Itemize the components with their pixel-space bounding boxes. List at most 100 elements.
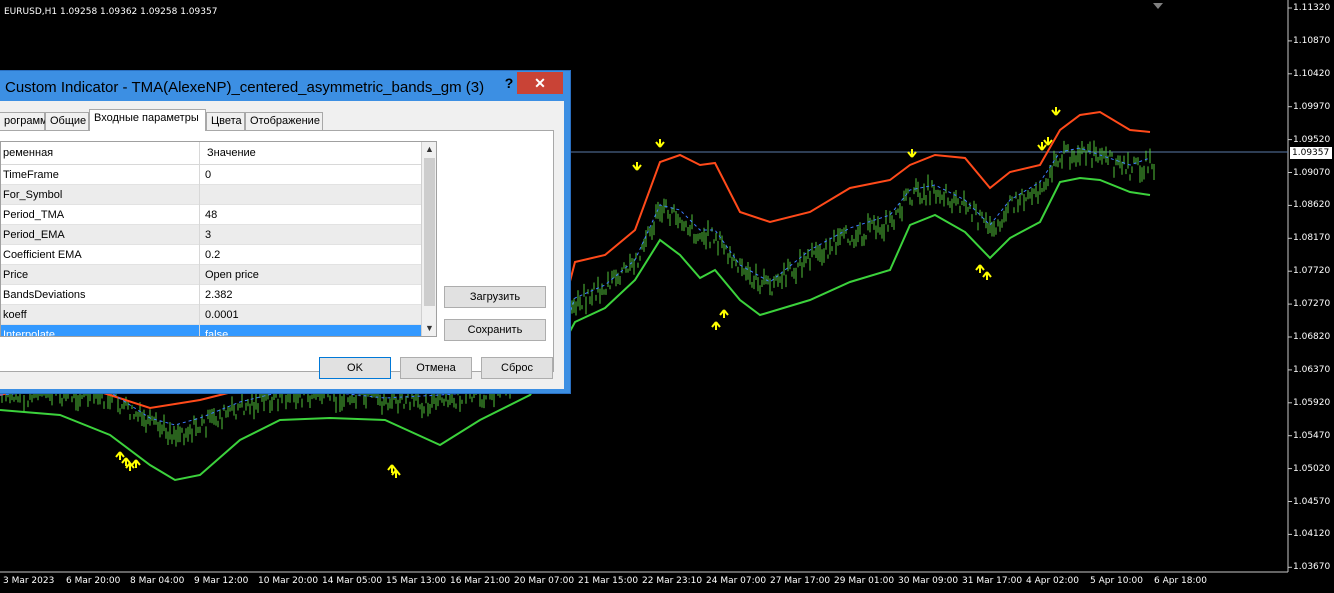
time-tick-label: 5 Apr 10:00 — [1090, 576, 1143, 586]
sell-arrow-icon — [907, 149, 917, 158]
tab-about[interactable]: рограмме — [0, 112, 54, 130]
price-tick-label: 1.05020 — [1293, 463, 1331, 474]
inputs-panel: ременная Значение TimeFrame 0 For_Symbol Pe… — [0, 130, 554, 372]
time-tick-label: 16 Mar 21:00 — [450, 576, 511, 586]
parameters-grid[interactable]: ременная Значение TimeFrame 0 For_Symbol Pe… — [0, 141, 437, 337]
parameter-name: Period_TMA — [3, 209, 65, 221]
dialog-body: рограмме Общие Входные параметры Цвета О… — [0, 101, 564, 389]
time-tick-label: 21 Mar 15:00 — [578, 576, 639, 586]
parameter-value[interactable]: Open price — [205, 269, 259, 281]
help-button[interactable]: ? — [499, 75, 519, 91]
time-tick-label: 3 Mar 2023 — [3, 576, 55, 586]
time-tick-label: 15 Mar 13:00 — [386, 576, 447, 586]
parameter-row[interactable]: Period_TMA 48 — [1, 205, 421, 225]
parameter-value[interactable]: 0 — [205, 169, 211, 181]
price-tick-label: 1.09520 — [1293, 134, 1331, 145]
parameter-name: BandsDeviations — [3, 289, 86, 301]
parameter-value[interactable]: 0.0001 — [205, 309, 239, 321]
grid-scrollbar[interactable]: ▲ ▼ — [421, 142, 436, 336]
time-tick-label: 24 Mar 07:00 — [706, 576, 767, 586]
parameter-name: Period_EMA — [3, 229, 65, 241]
time-tick-label: 9 Mar 12:00 — [194, 576, 249, 586]
time-tick-label: 27 Mar 17:00 — [770, 576, 831, 586]
scroll-up-icon[interactable]: ▲ — [422, 142, 436, 157]
tab-visualization[interactable]: Отображение — [245, 112, 323, 130]
chart-shift-marker-icon — [1153, 3, 1163, 9]
price-tick-label: 1.11320 — [1293, 3, 1331, 13]
time-tick-label: 10 Mar 20:00 — [258, 576, 319, 586]
time-tick-label: 31 Mar 17:00 — [962, 576, 1023, 586]
time-tick-label: 30 Mar 09:00 — [898, 576, 959, 586]
price-tick-label: 1.04120 — [1293, 529, 1331, 540]
close-button[interactable]: ✕ — [517, 72, 563, 94]
time-tick-label: 14 Mar 05:00 — [322, 576, 383, 586]
current-price-label: 1.09357 — [1290, 147, 1332, 159]
price-tick-label: 1.10420 — [1293, 68, 1331, 79]
time-tick-label: 4 Apr 02:00 — [1026, 576, 1079, 586]
parameter-name: Interpolate — [3, 329, 55, 337]
scroll-down-icon[interactable]: ▼ — [422, 321, 436, 336]
symbol-info: EURUSD,H1 1.09258 1.09362 1.09258 1.0935… — [4, 7, 218, 17]
parameter-name: Coefficient EMA — [3, 249, 82, 261]
parameter-value[interactable]: 2.382 — [205, 289, 233, 301]
time-tick-label: 29 Mar 01:00 — [834, 576, 895, 586]
parameter-name: Price — [3, 269, 29, 281]
price-tick-label: 1.06820 — [1293, 332, 1331, 342]
cancel-button[interactable]: Отмена — [400, 357, 472, 379]
load-button[interactable]: Загрузить — [444, 286, 546, 308]
buy-arrow-icon — [115, 451, 125, 460]
price-tick-label: 1.06370 — [1293, 364, 1331, 375]
price-tick-label: 1.10870 — [1293, 35, 1331, 46]
tab-colors[interactable]: Цвета — [206, 112, 245, 130]
parameter-row[interactable]: Coefficient EMA 0.2 — [1, 245, 421, 265]
column-separator — [199, 142, 200, 336]
tab-inputs[interactable]: Входные параметры — [89, 109, 206, 131]
ok-button[interactable]: OK — [319, 357, 391, 379]
price-tick-label: 1.03670 — [1293, 562, 1331, 573]
parameter-value[interactable]: 0.2 — [205, 249, 220, 261]
column-value-header[interactable]: Значение — [207, 147, 256, 159]
parameter-row[interactable]: For_Symbol — [1, 185, 421, 205]
time-tick-label: 6 Apr 18:00 — [1154, 576, 1207, 586]
parameter-row[interactable]: Price Open price — [1, 265, 421, 285]
grid-header: ременная Значение — [1, 142, 421, 165]
parameter-row[interactable]: Period_EMA 3 — [1, 225, 421, 245]
price-tick-label: 1.08620 — [1293, 200, 1331, 211]
buy-arrow-icon — [982, 271, 992, 280]
price-tick-label: 1.09070 — [1293, 167, 1331, 178]
parameter-value[interactable]: 48 — [205, 209, 217, 221]
tab-common[interactable]: Общие — [45, 112, 89, 130]
time-tick-label: 6 Mar 20:00 — [66, 576, 121, 586]
scroll-thumb[interactable] — [424, 158, 435, 306]
parameter-row[interactable]: BandsDeviations 2.382 — [1, 285, 421, 305]
parameter-value[interactable]: 3 — [205, 229, 211, 241]
price-tick-label: 1.05920 — [1293, 397, 1331, 408]
parameter-name: For_Symbol — [3, 189, 63, 201]
buy-arrow-icon — [711, 321, 721, 330]
parameter-value[interactable]: false — [205, 329, 228, 336]
price-tick-label: 1.07270 — [1293, 299, 1331, 310]
custom-indicator-dialog[interactable]: Custom Indicator - TMA(AlexeNP)_centered… — [0, 70, 571, 394]
time-tick-label: 20 Mar 07:00 — [514, 576, 575, 586]
dialog-title: Custom Indicator - TMA(AlexeNP)_centered… — [5, 79, 485, 96]
buy-arrow-icon — [975, 264, 985, 273]
time-tick-label: 8 Mar 04:00 — [130, 576, 185, 586]
sell-arrow-icon — [1043, 137, 1053, 146]
price-tick-label: 1.05470 — [1293, 430, 1331, 441]
save-button[interactable]: Сохранить — [444, 319, 546, 341]
price-tick-label: 1.09970 — [1293, 101, 1331, 112]
sell-arrow-icon — [1051, 107, 1061, 116]
parameter-name: TimeFrame — [3, 169, 59, 181]
reset-button[interactable]: Сброс — [481, 357, 553, 379]
column-name-header[interactable]: ременная — [3, 147, 53, 159]
parameter-row[interactable]: TimeFrame 0 — [1, 165, 421, 185]
buy-arrow-icon — [391, 469, 401, 478]
price-tick-label: 1.04570 — [1293, 496, 1331, 507]
parameter-row[interactable]: Interpolate false — [1, 325, 421, 337]
price-tick-label: 1.08170 — [1293, 233, 1331, 244]
parameter-row[interactable]: koeff 0.0001 — [1, 305, 421, 325]
buy-arrow-icon — [719, 309, 729, 318]
parameter-name: koeff — [3, 309, 27, 321]
time-tick-label: 22 Mar 23:10 — [642, 576, 703, 586]
sell-arrow-icon — [655, 139, 665, 148]
